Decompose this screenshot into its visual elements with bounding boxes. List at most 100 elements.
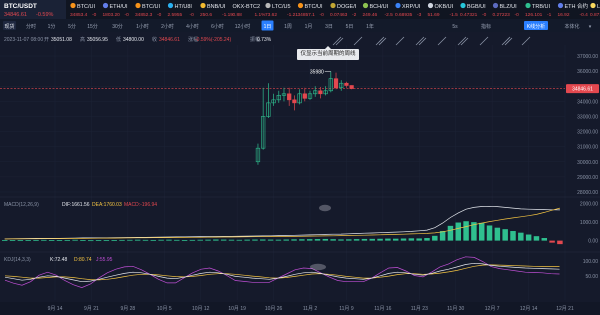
interval-5日[interactable]: 5日 (346, 24, 354, 30)
trend-line-icon[interactable] (353, 36, 363, 46)
macd-histogram-bar (314, 239, 321, 241)
interval-1周[interactable]: 1周 (284, 24, 292, 30)
interval-12小时[interactable]: 12小时 (235, 23, 251, 30)
macd-histogram-bar (103, 240, 110, 242)
ticker-change: -2 (352, 12, 357, 18)
interval-分时[interactable]: 分时 (26, 23, 36, 30)
interval-1小时[interactable]: 1小时 (136, 23, 149, 30)
ticker-pair[interactable]: HT/U8I (175, 4, 193, 10)
k-analysis-label: K线分析 (527, 23, 545, 30)
macd-histogram-bar (88, 240, 94, 242)
parallel-channel-icon[interactable] (395, 36, 405, 46)
candle[interactable] (281, 87, 287, 102)
candle[interactable] (313, 86, 318, 97)
interval-3日[interactable]: 3日 (325, 24, 333, 30)
candle[interactable] (344, 81, 349, 88)
macd-histogram-bar (220, 239, 227, 241)
ticker-pair[interactable]: LTC/U5 (272, 4, 291, 10)
macd-histogram-bar (291, 239, 297, 241)
coin-icon (135, 2, 141, 9)
measure-icon[interactable] (501, 36, 513, 46)
ohlc-date: 2023-11-07 08:00 (4, 37, 43, 43)
zoom-label[interactable]: 5s (452, 24, 458, 30)
macd-histogram-bar (17, 240, 24, 242)
time-tick-label: 11月 23 (411, 306, 428, 312)
candle[interactable] (307, 90, 313, 100)
interval-6小时[interactable]: 6小时 (211, 23, 224, 30)
macd-histogram-bar (557, 240, 563, 245)
ticker-price: 0.88 (233, 12, 243, 18)
ticker-active-pair[interactable]: BTC/USDT (4, 3, 37, 10)
interval-30分[interactable]: 30分 (112, 23, 123, 30)
candle-body (302, 93, 307, 99)
macd-histogram-bar (205, 239, 211, 241)
macd-histogram-bar (181, 240, 188, 241)
ticker-pair[interactable]: BLZ/UI (500, 4, 518, 10)
interval-5分[interactable]: 5分 (68, 23, 76, 30)
ticker-price: 73.62 (265, 12, 277, 18)
interval-1日[interactable]: 1日 (264, 24, 272, 30)
ticker-change: -2.5 (385, 12, 394, 18)
ticker-pair[interactable]: BGB/UI (467, 4, 486, 10)
ticker-pair[interactable]: BTC/UI (305, 4, 324, 10)
interval-1月[interactable]: 1月 (305, 24, 313, 30)
interval-1年[interactable]: 1年 (366, 23, 374, 30)
candle-body (318, 90, 323, 95)
candle[interactable] (271, 93, 276, 106)
text-icon[interactable] (521, 36, 531, 46)
macd-histogram-bar (338, 239, 344, 241)
candle[interactable] (297, 89, 302, 105)
ticker-price: 34853.4 (70, 12, 88, 18)
candle-body (287, 93, 292, 101)
ticker-change: -0 (125, 12, 130, 18)
ticker-pair[interactable]: ETH 合约 (565, 2, 589, 10)
ticker-pair[interactable]: DOGE/I (337, 4, 357, 10)
ticker-pair[interactable]: OKX-BTC2 (233, 4, 261, 10)
ticker-pair[interactable]: ETH/UI (110, 4, 129, 10)
mode-toggle[interactable]: 本体化 (564, 23, 579, 30)
candle[interactable] (349, 85, 354, 90)
candle[interactable] (276, 90, 281, 103)
ticker-pair[interactable]: BTC/UI (77, 4, 96, 10)
macd-histogram-bar (478, 222, 485, 241)
macd-histogram-bar (158, 239, 164, 241)
candle[interactable] (339, 80, 344, 91)
macd-dea-value: DEA:1760.03 (92, 202, 122, 208)
indicator-button[interactable]: 指标 (481, 23, 491, 30)
brush-icon[interactable] (479, 36, 489, 46)
ticker-pair[interactable]: XRP/UI (402, 4, 421, 10)
pattern-icon[interactable] (457, 36, 469, 46)
interval-1分[interactable]: 1分 (48, 23, 56, 30)
price-tick-label: 32000.00 (577, 130, 598, 136)
fib-icon[interactable] (415, 36, 427, 46)
price-tick-label: 37000.00 (577, 54, 598, 60)
interval-2小时[interactable]: 2小时 (161, 23, 174, 30)
candle[interactable] (292, 95, 297, 111)
macd-histogram-bar (424, 238, 430, 241)
crosshair-icon[interactable] (332, 36, 344, 46)
interval-4小时[interactable]: 4小时 (186, 23, 199, 30)
coin-icon (297, 2, 304, 9)
candle[interactable] (261, 87, 266, 150)
candle[interactable] (302, 87, 307, 102)
horizontal-line-icon[interactable] (437, 36, 447, 46)
ticker-pair[interactable]: BCH/UI (370, 4, 389, 10)
macd-histogram-bar (377, 238, 383, 241)
drawing-tool-tooltip: 仅显示当前周期的周线 (297, 46, 359, 60)
candle[interactable] (328, 71, 333, 93)
candle-body (344, 82, 349, 86)
macd-histogram-bar (463, 221, 469, 241)
ray-icon[interactable] (375, 36, 387, 46)
candle[interactable] (333, 72, 339, 90)
ticker-pair[interactable]: BTC/UI (142, 4, 161, 10)
ticker-pair[interactable]: BNB/UI (207, 4, 226, 10)
chart-canvas[interactable]: BTC/USDT 34846.61 -0.59% BTC/UI 34853.4 -0 ETH… (0, 0, 600, 315)
candle[interactable] (287, 87, 292, 106)
ticker-active-change: -0.59% (36, 12, 54, 18)
ticker-pair[interactable]: OKB/UI (435, 4, 454, 10)
candle-body (349, 85, 354, 89)
ticker-pair[interactable]: TRB/UI (532, 4, 551, 10)
candle[interactable] (323, 86, 328, 96)
ticker-price: 34852.3 (135, 12, 153, 18)
interval-15分[interactable]: 15分 (87, 23, 98, 30)
